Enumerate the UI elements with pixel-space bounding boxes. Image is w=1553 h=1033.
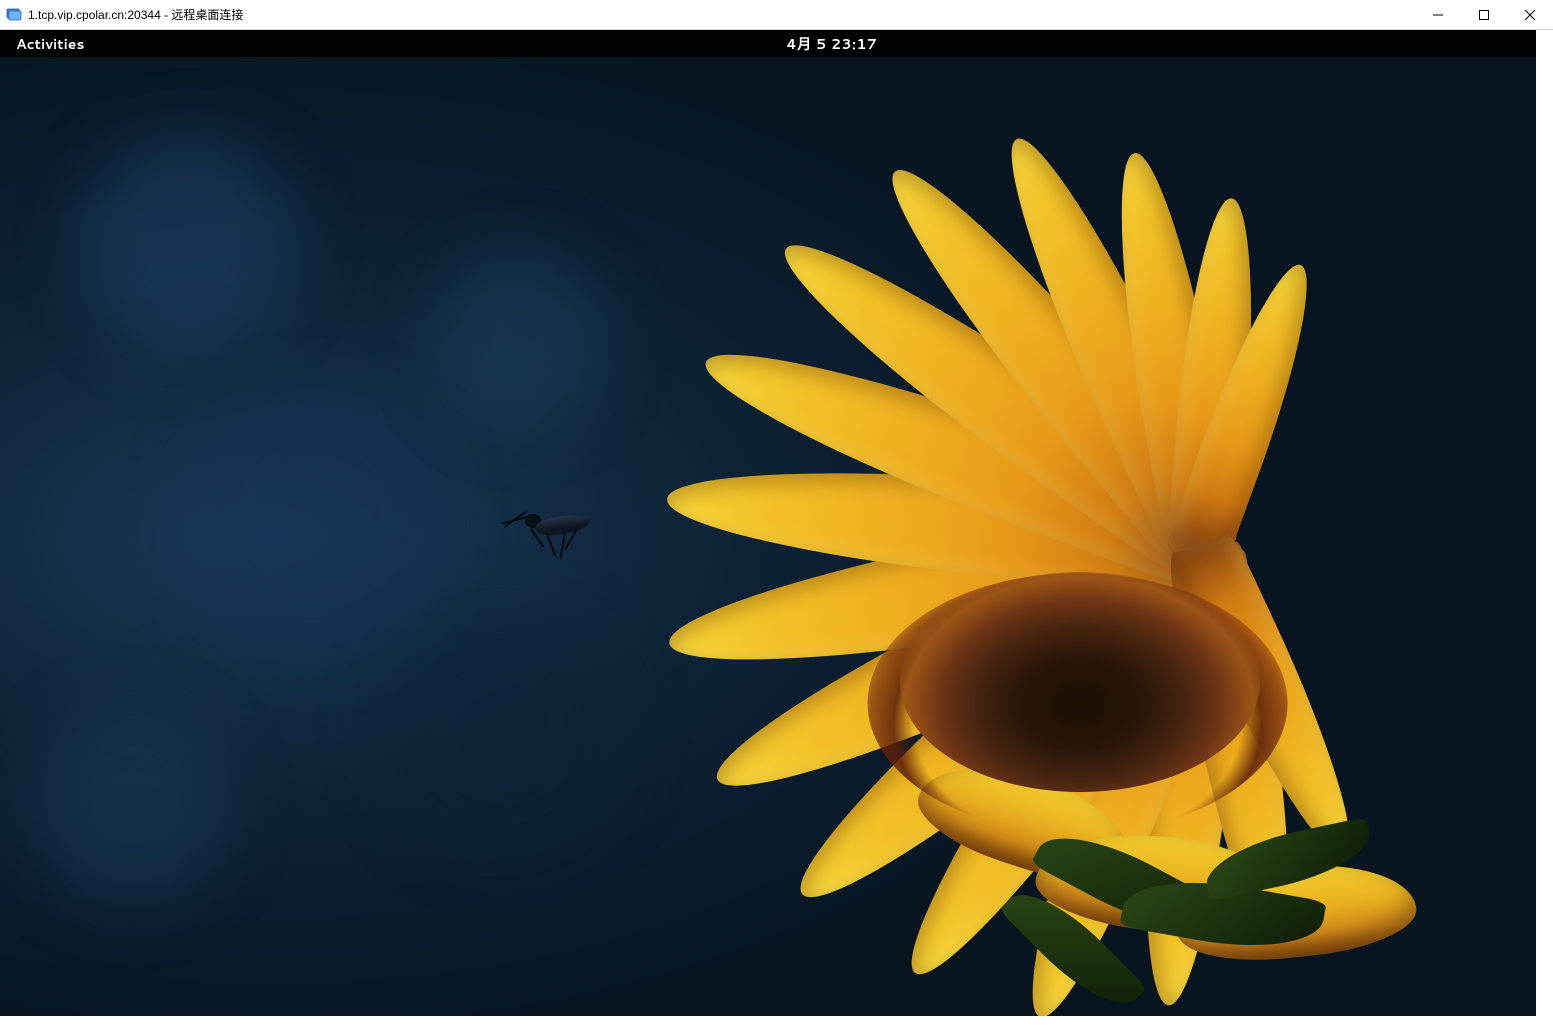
- window-titlebar-left: 1.tcp.vip.cpolar.cn:20344 - 远程桌面连接: [6, 6, 243, 23]
- insect-leg: [546, 533, 556, 556]
- wallpaper-bokeh: [430, 249, 610, 429]
- wallpaper-sepal: [1200, 817, 1377, 901]
- activities-button[interactable]: Activities: [16, 34, 84, 54]
- maximize-button[interactable]: [1461, 0, 1507, 30]
- wallpaper-bokeh: [384, 613, 624, 853]
- window-title: 1.tcp.vip.cpolar.cn:20344 - 远程桌面连接: [28, 6, 243, 23]
- clock-menu[interactable]: 4月 5 23:17: [786, 34, 877, 54]
- wallpaper-bokeh: [184, 393, 444, 653]
- remote-desktop-viewport[interactable]: Activities 4月 5 23:17: [0, 30, 1553, 1033]
- remote-desktop-content: Activities 4月 5 23:17: [0, 30, 1536, 1016]
- wallpaper-bokeh: [31, 709, 231, 909]
- rdp-app-icon: [6, 7, 22, 23]
- gnome-top-bar: Activities 4月 5 23:17: [0, 30, 1536, 57]
- insect-body: [534, 512, 591, 537]
- desktop-wallpaper[interactable]: [0, 57, 1536, 1016]
- wallpaper-insect: [507, 498, 607, 558]
- window-titlebar: 1.tcp.vip.cpolar.cn:20344 - 远程桌面连接: [0, 0, 1553, 30]
- wallpaper-flower-center: [900, 572, 1260, 792]
- wallpaper-sepals: [993, 794, 1413, 1016]
- minimize-button[interactable]: [1415, 0, 1461, 30]
- close-button[interactable]: [1507, 0, 1553, 30]
- wallpaper-bokeh: [77, 134, 297, 354]
- window-controls: [1415, 0, 1553, 30]
